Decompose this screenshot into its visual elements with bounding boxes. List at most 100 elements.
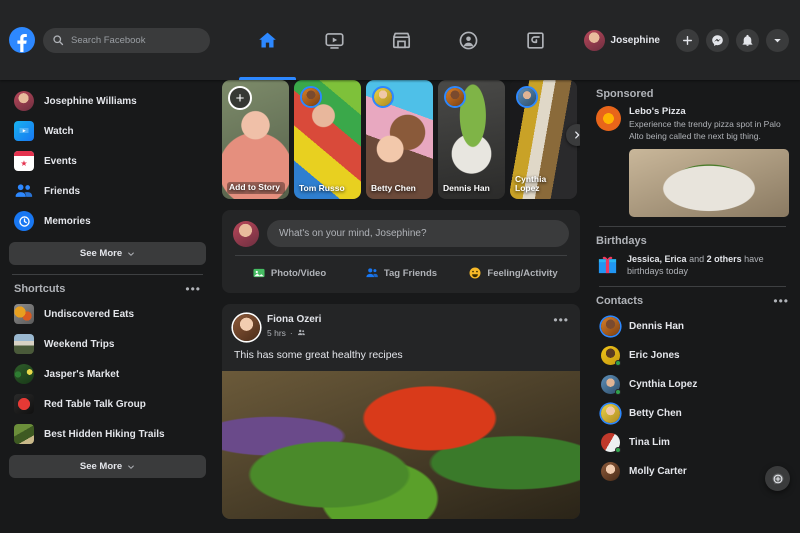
shortcut-item-jaspers-market[interactable]: Jasper's Market	[9, 359, 206, 389]
post-author-avatar[interactable]	[233, 314, 260, 341]
contact-cynthia-lopez[interactable]: Cynthia Lopez	[596, 370, 789, 399]
search-input[interactable]	[71, 35, 201, 46]
more-options-icon[interactable]: •••	[773, 295, 789, 307]
watch-icon	[14, 121, 34, 141]
new-message-fab-button[interactable]	[765, 466, 790, 491]
story-label: Add to Story	[227, 182, 285, 194]
birthday-item[interactable]: Jessica, Erica and 2 others have birthda…	[596, 253, 789, 277]
story-card-dennis-han[interactable]: Dennis Han	[438, 80, 505, 199]
post-timestamp: 5 hrs	[267, 328, 286, 338]
trail-thumb-icon	[14, 424, 34, 444]
sidebar-item-events[interactable]: ★ Events	[9, 146, 206, 176]
shortcut-label: Jasper's Market	[44, 369, 119, 380]
contact-name: Tina Lim	[629, 437, 670, 448]
ad-title: Lebo's Pizza	[629, 106, 789, 118]
photo-video-button[interactable]: Photo/Video	[233, 260, 345, 286]
story-card-add-to-story[interactable]: + Add to Story	[222, 80, 289, 199]
tag-friends-button[interactable]: Tag Friends	[345, 260, 457, 286]
story-avatar	[444, 86, 466, 108]
post-image[interactable]	[222, 371, 580, 519]
messenger-button[interactable]	[706, 29, 729, 52]
see-more-label: See More	[80, 461, 122, 472]
sidebar-see-more-button[interactable]: See More	[9, 242, 206, 265]
chevron-down-icon	[127, 463, 135, 471]
post-meta: Fiona Ozeri 5 hrs ·	[267, 314, 546, 338]
contact-eric-jones[interactable]: Eric Jones	[596, 341, 789, 370]
plus-icon[interactable]: +	[228, 86, 252, 110]
pizza-photo-image	[629, 149, 789, 217]
facebook-logo-icon[interactable]	[9, 27, 35, 53]
sponsored-ad[interactable]: Lebo's Pizza Experience the trendy pizza…	[596, 106, 789, 142]
contact-tina-lim[interactable]: Tina Lim	[596, 428, 789, 457]
birthday-text: Jessica, Erica and 2 others have birthda…	[627, 253, 789, 277]
tab-home[interactable]	[234, 0, 301, 80]
profile-menu-button[interactable]: Josephine	[581, 27, 669, 54]
online-status-dot	[615, 360, 621, 366]
shortcut-item-weekend-trips[interactable]: Weekend Trips	[9, 329, 206, 359]
tag-friends-label: Tag Friends	[384, 268, 437, 279]
gift-icon	[596, 253, 619, 276]
create-button[interactable]	[676, 29, 699, 52]
composer-input-wrapper[interactable]	[267, 220, 569, 247]
post-composer-card: Photo/Video Tag Friends	[222, 210, 580, 293]
story-avatar	[516, 86, 538, 108]
tab-groups[interactable]	[435, 0, 502, 80]
trip-thumb-icon	[14, 334, 34, 354]
notifications-button[interactable]	[736, 29, 759, 52]
sidebar-item-label: Friends	[44, 186, 80, 197]
account-menu-button[interactable]	[766, 29, 789, 52]
shortcuts-see-more-button[interactable]: See More	[9, 455, 206, 478]
search-input-wrapper[interactable]	[43, 28, 210, 53]
contact-betty-chen[interactable]: Betty Chen	[596, 399, 789, 428]
shortcut-item-best-hidden-hiking-trails[interactable]: Best Hidden Hiking Trails	[9, 419, 206, 449]
user-avatar-icon[interactable]	[233, 221, 259, 247]
post-subline: 5 hrs ·	[267, 328, 546, 338]
contact-molly-carter[interactable]: Molly Carter	[596, 457, 789, 486]
facebook-app: Josephine	[0, 0, 800, 533]
shortcut-item-red-table-talk-group[interactable]: Red Table Talk Group	[9, 389, 206, 419]
sidebar-item-memories[interactable]: Memories	[9, 206, 206, 236]
food-thumb-icon	[14, 304, 34, 324]
contacts-title: Contacts	[596, 295, 643, 307]
groups-icon	[458, 30, 479, 51]
right-divider-2	[599, 286, 786, 287]
sidebar-item-profile[interactable]: Josephine Williams	[9, 86, 206, 116]
messenger-icon	[711, 34, 724, 47]
market-thumb-icon	[14, 364, 34, 384]
contact-name: Cynthia Lopez	[629, 379, 697, 390]
shortcuts-title: Shortcuts	[14, 283, 65, 295]
contact-name: Dennis Han	[629, 321, 684, 332]
contact-dennis-han[interactable]: Dennis Han	[596, 312, 789, 341]
shortcut-label: Undiscovered Eats	[44, 309, 134, 320]
photo-video-label: Photo/Video	[271, 268, 326, 279]
post-more-options-icon[interactable]: •••	[553, 314, 569, 326]
new-message-icon	[771, 472, 785, 486]
friends-icon	[14, 181, 34, 201]
post-author-name[interactable]: Fiona Ozeri	[267, 314, 546, 327]
news-feed: + Add to Story Tom Russo Betty Chen Denn…	[222, 80, 580, 533]
story-label: Cynthia Lopez	[515, 175, 573, 194]
birthday-and: and	[687, 254, 707, 264]
feeling-emoji-icon	[468, 266, 482, 280]
avatar	[601, 404, 620, 423]
feed-post: Fiona Ozeri 5 hrs · ••• This has some gr…	[222, 304, 580, 519]
more-options-icon[interactable]: •••	[185, 283, 201, 295]
post-text: This has some great healthy recipes	[234, 349, 568, 363]
ad-image[interactable]	[629, 149, 789, 217]
tab-gaming[interactable]	[502, 0, 569, 80]
feeling-activity-button[interactable]: Feeling/Activity	[457, 260, 569, 286]
birthdays-title: Birthdays	[596, 235, 789, 247]
story-label: Dennis Han	[443, 184, 501, 194]
sidebar-item-watch[interactable]: Watch	[9, 116, 206, 146]
tab-marketplace[interactable]	[368, 0, 435, 80]
tab-watch[interactable]	[301, 0, 368, 80]
birthday-others: 2 others	[707, 254, 742, 264]
story-card-betty-chen[interactable]: Betty Chen	[366, 80, 433, 199]
see-more-label: See More	[80, 248, 122, 259]
chevron-down-icon	[771, 34, 784, 47]
story-card-tom-russo[interactable]: Tom Russo	[294, 80, 361, 199]
composer-input[interactable]	[279, 228, 557, 239]
composer-actions: Photo/Video Tag Friends	[233, 260, 569, 286]
sidebar-item-friends[interactable]: Friends	[9, 176, 206, 206]
shortcut-item-undiscovered-eats[interactable]: Undiscovered Eats	[9, 299, 206, 329]
